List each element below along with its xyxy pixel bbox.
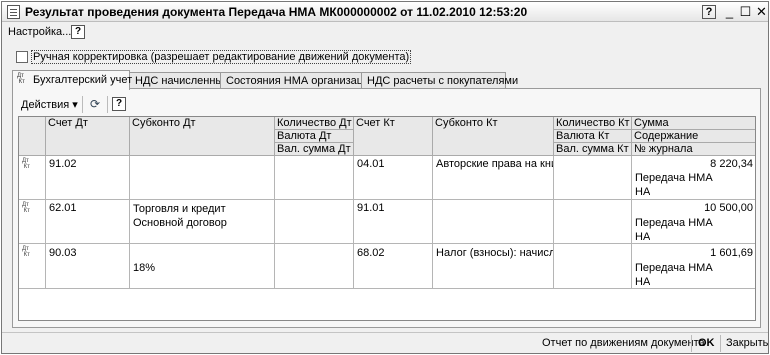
dt-kt-icon: Дт Кт [22,246,30,258]
cell-text: Налог (взносы): начисле... [436,247,553,259]
toolbar-separator [82,96,83,113]
table-row-3-summa[interactable]: 1 601,69 Передача НМА НА [632,244,755,289]
header-schet-dt[interactable]: Счет Дт [46,117,130,156]
table-row-2-schet-dt[interactable]: 62.01 [46,200,130,244]
header-icon-column [19,117,46,156]
table-row-2-subkonto-kt[interactable] [433,200,554,244]
dt-kt-icon: Дт Кт [22,158,30,170]
header-subkonto-kt[interactable]: Субконто Кт [433,117,554,156]
cell-text: НА [635,276,651,288]
movements-report-button[interactable]: Отчет по движениям документа [542,337,705,349]
table-row-1-icon-cell[interactable]: Дт Кт [19,156,46,200]
header-kol-dt[interactable]: Количество Дт [275,117,354,130]
cell-text: 68.02 [357,247,385,259]
cell-text: Передача НМА [635,262,713,274]
tab-intangible-states[interactable]: Состояния НМА организаций [220,72,375,89]
cell-text: 62.01 [49,202,77,214]
actions-menu-button[interactable]: Действия ▾ [21,98,78,111]
manual-adjust-label[interactable]: Ручная корректировка (разрешает редактир… [31,50,412,64]
window-title: Результат проведения документа Передача … [25,5,528,19]
menu-help-button[interactable]: ? [71,25,85,39]
cell-text: 91.02 [49,158,77,170]
cell-text: Торговля и кредит [133,203,226,215]
tab-label: Бухгалтерский учет [33,74,133,86]
cell-text: Авторские права на книгу [436,158,553,170]
close-button[interactable]: Закрыть [726,337,768,349]
cell-text: 91.01 [357,202,385,214]
table-row-3-schet-dt[interactable]: 90.03 [46,244,130,289]
menu-bar: Настройка... ? [2,22,768,42]
table-row-2-kol-kt[interactable] [554,200,632,244]
table-row-2-summa[interactable]: 10 500,00 Передача НМА НА [632,200,755,244]
table-row-1-kol-kt[interactable] [554,156,632,200]
cell-text: Основной договор [133,217,227,229]
title-bar[interactable]: Результат проведения документа Передача … [2,2,768,22]
table-row-2-subkonto-dt[interactable]: Торговля и кредит Основной договор [130,200,275,244]
header-valuta-dt[interactable]: Валюта Дт [275,130,354,143]
table-row-2-icon-cell[interactable]: Дт Кт [19,200,46,244]
table-row-3-schet-kt[interactable]: 68.02 [354,244,433,289]
toolbar-help-button[interactable]: ? [112,97,126,111]
command-separator [720,335,721,352]
cell-text: Передача НМА [635,217,713,229]
manual-adjust-checkbox[interactable] [16,51,28,63]
tab-panel-accounting: Действия ▾ ⟳ ? Счет Дт Субконто Дт Колич… [12,88,761,328]
postings-table[interactable]: Счет Дт Субконто Дт Количество Дт Валюта… [18,116,756,321]
tab-accounting[interactable]: Дт Кт Бухгалтерский учет [12,70,133,90]
table-row-1-schet-kt[interactable]: 04.01 [354,156,433,200]
header-nomer-zhurnala[interactable]: № журнала [632,143,755,156]
dt-kt-icon: Дт Кт [17,73,25,85]
toolbar-separator [107,96,108,113]
tab-label: Состояния НМА организаций [226,75,376,87]
cell-text: НА [635,186,651,198]
cell-text: 04.01 [357,158,385,170]
cell-text: 18% [133,262,156,274]
table-row-2-kol-dt[interactable] [275,200,354,244]
table-row-3-kol-dt[interactable] [275,244,354,289]
cell-text: 8 220,34 [710,158,753,170]
table-row-3-icon-cell[interactable]: Дт Кт [19,244,46,289]
tab-vat-customers[interactable]: НДС расчеты с покупателями [361,72,518,89]
maximize-button[interactable]: ☐ [737,4,754,20]
table-row-1-kol-dt[interactable] [275,156,354,200]
table-row-1-subkonto-dt[interactable] [130,156,275,200]
cell-text: 10 500,00 [704,202,753,214]
settings-menu[interactable]: Настройка... [8,26,71,38]
table-row-3-kol-kt[interactable] [554,244,632,289]
table-row-3-subkonto-dt[interactable]: 18% [130,244,275,289]
table-row-1-summa[interactable]: 8 220,34 Передача НМА НА [632,156,755,200]
document-icon [7,5,20,19]
table-row-2-schet-kt[interactable]: 91.01 [354,200,433,244]
header-subkonto-dt[interactable]: Субконто Дт [130,117,275,156]
cell-text: 90.03 [49,247,77,259]
tab-label: НДС начисленный [135,75,230,87]
header-valuta-kt[interactable]: Валюта Кт [554,130,632,143]
table-row-1-schet-dt[interactable]: 91.02 [46,156,130,200]
ok-button[interactable]: OK [698,337,715,349]
table-row-3-subkonto-kt[interactable]: Налог (взносы): начисле... [433,244,554,289]
header-kol-kt[interactable]: Количество Кт [554,117,632,130]
cell-text: 1 601,69 [710,247,753,259]
header-schet-kt[interactable]: Счет Кт [354,117,433,156]
refresh-icon[interactable]: ⟳ [88,97,102,111]
table-row-1-subkonto-kt[interactable]: Авторские права на книгу [433,156,554,200]
tab-vat-accrued[interactable]: НДС начисленный [129,72,231,89]
bottom-command-bar: Отчет по движениям документа OK Закрыть [2,332,768,354]
header-val-summa-dt[interactable]: Вал. сумма Дт [275,143,354,156]
dt-kt-icon: Дт Кт [22,202,30,214]
tab-label: НДС расчеты с покупателями [367,75,519,87]
command-separator [691,335,692,352]
minimize-button[interactable]: _ [721,4,738,20]
header-summa[interactable]: Сумма [632,117,755,130]
document-posting-result-window: Результат проведения документа Передача … [1,1,769,354]
cell-text: Передача НМА [635,172,713,184]
cell-text: НА [635,231,651,243]
header-soderzhanie[interactable]: Содержание [632,130,755,143]
header-val-summa-kt[interactable]: Вал. сумма Кт [554,143,632,156]
window-help-button[interactable]: ? [702,5,716,19]
close-window-button[interactable]: ✕ [753,4,770,20]
